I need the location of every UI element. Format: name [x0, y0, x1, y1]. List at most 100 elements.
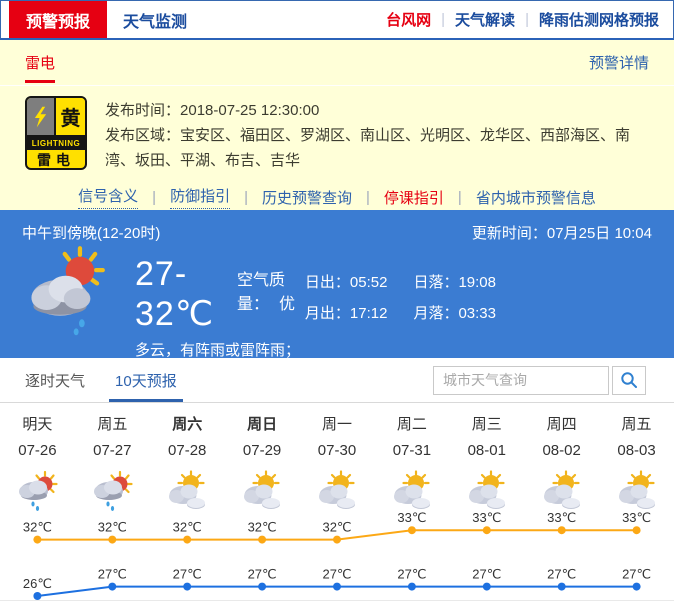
temp-label: 27℃ — [173, 567, 202, 582]
sunrise-info: 日出：05:52 — [305, 271, 388, 292]
forecast-day-8: 周五 — [599, 413, 674, 442]
temp-label: 32℃ — [322, 520, 351, 535]
air-quality: 空气质量：优 — [237, 266, 305, 314]
temp-label: 32℃ — [173, 520, 202, 535]
forecast-date-3: 07-29 — [225, 442, 300, 470]
air-quality-value: 优 — [279, 296, 295, 313]
city-search — [433, 366, 646, 395]
temp-point — [483, 526, 491, 534]
temp-label: 27℃ — [622, 567, 651, 582]
forecast-period-label: 中午到傍晚(12-20时) — [22, 222, 160, 243]
alert-type-label: 雷电 — [25, 55, 55, 72]
forecast-date-2: 07-28 — [150, 442, 225, 470]
nav-link-0[interactable]: 台风网 — [386, 9, 431, 30]
alert-link-0[interactable]: 信号含义 — [78, 185, 138, 209]
weather-widget: 预警预报 天气监测 台风网 | 天气解读 | 降雨估测网格预报 雷电 预警详情 黄 LI… — [0, 0, 674, 603]
temperature-chart: 32℃32℃32℃32℃32℃33℃33℃33℃33℃26℃27℃27℃27℃2… — [0, 510, 674, 603]
forecast-day-4: 周一 — [300, 413, 375, 442]
temp-label: 32℃ — [98, 520, 127, 535]
forecast-day-5: 周二 — [374, 413, 449, 442]
alert-links: 信号含义 | 防御指引 | 历史预警查询 | 停课指引 | 省内城市预警信息 — [0, 185, 674, 209]
alert-link-3[interactable]: 停课指引 — [384, 187, 444, 208]
forecast-day-0: 明天 — [0, 413, 75, 442]
forecast-tabbar: 逐时天气 10天预报 — [0, 358, 674, 403]
alert-link-separator: | — [152, 189, 156, 206]
forecast-date-7: 08-02 — [524, 442, 599, 470]
temp-label: 33℃ — [397, 510, 426, 525]
temp-label: 33℃ — [472, 510, 501, 525]
temp-label: 27℃ — [98, 567, 127, 582]
forecast-date-0: 07-26 — [0, 442, 75, 470]
temp-label: 27℃ — [322, 567, 351, 582]
alert-section: 雷电 预警详情 黄 LIGHTNING 雷电 发布时间：2018-07-25 1… — [0, 40, 674, 210]
publish-time-value: 2018-07-25 12:30:00 — [180, 102, 319, 119]
temp-point — [108, 536, 116, 544]
temp-point — [633, 583, 641, 591]
nav-link-2[interactable]: 降雨估测 — [539, 9, 599, 30]
alert-type-tab[interactable]: 雷电 — [25, 52, 55, 83]
current-weather-panel: 中午到傍晚(12-20时) 更新时间：07月25日 10:04 — [0, 210, 674, 358]
update-time-label: 更新时间：07月25日 10:04 — [472, 222, 652, 243]
forecast-date-6: 08-01 — [449, 442, 524, 470]
alert-type-underline — [25, 80, 55, 83]
forecast-day-6: 周三 — [449, 413, 524, 442]
lightning-icon — [27, 98, 56, 135]
sun-moon-times: 日出：05:52日落：19:08月出：17:12月落：03:33 — [305, 245, 496, 323]
forecast-day-row: 明天周五周六周日周一周二周三周四周五 — [0, 404, 674, 442]
forecast-date-row: 07-2607-2707-2807-2907-3007-3108-0108-02… — [0, 442, 674, 470]
forecast-day-3: 周日 — [225, 413, 300, 442]
temp-range: 27-32℃ — [135, 255, 219, 334]
forecast-date-5: 07-31 — [374, 442, 449, 470]
city-search-input[interactable] — [433, 366, 609, 395]
temp-label: 32℃ — [23, 520, 52, 535]
alert-link-4[interactable]: 省内城市预警信息 — [476, 187, 596, 208]
nav-bar: 预警预报 天气监测 台风网|天气解读|降雨估测网格预报 — [0, 0, 674, 40]
nav-right-links: 台风网|天气解读|降雨估测网格预报 — [386, 1, 673, 38]
temp-point — [183, 536, 191, 544]
temp-label: 27℃ — [397, 567, 426, 582]
alert-detail-link[interactable]: 预警详情 — [589, 52, 649, 73]
current-header: 中午到傍晚(12-20时) 更新时间：07月25日 10:04 — [0, 210, 674, 243]
temp-point — [183, 583, 191, 591]
tab-weather-monitor[interactable]: 天气监测 — [123, 1, 187, 38]
search-button[interactable] — [612, 366, 646, 395]
section-bottom-divider — [0, 600, 674, 601]
temp-point — [108, 583, 116, 591]
nav-link-1[interactable]: 天气解读 — [455, 9, 515, 30]
nav-separator: | — [525, 11, 529, 28]
forecast-date-1: 07-27 — [75, 442, 150, 470]
forecast-day-1: 周五 — [75, 413, 150, 442]
tab-ten-day-forecast[interactable]: 10天预报 — [115, 358, 177, 402]
tab-hourly-weather[interactable]: 逐时天气 — [25, 358, 85, 402]
current-weather-icon — [22, 245, 117, 337]
temp-point — [258, 536, 266, 544]
moonset-info: 月落：03:33 — [413, 302, 496, 323]
sunset-info: 日落：19:08 — [413, 271, 496, 292]
forecast-date-4: 07-30 — [300, 442, 375, 470]
publish-area-value: 宝安区、福田区、罗湖区、南山区、光明区、龙华区、西部海区、南湾、坂田、平湖、布吉… — [105, 127, 630, 169]
publish-time-line: 发布时间：2018-07-25 12:30:00 — [105, 98, 649, 123]
temp-point — [333, 536, 341, 544]
forecast-day-7: 周四 — [524, 413, 599, 442]
search-icon — [620, 371, 638, 389]
temp-point — [558, 526, 566, 534]
alert-link-1[interactable]: 防御指引 — [170, 185, 230, 209]
alert-info: 发布时间：2018-07-25 12:30:00 发布区域：宝安区、福田区、罗湖… — [105, 96, 649, 173]
badge-en-label: LIGHTNING — [27, 137, 85, 150]
tab-warning-forecast[interactable]: 预警预报 — [9, 1, 107, 38]
temp-point — [408, 583, 416, 591]
temp-point — [33, 536, 41, 544]
ten-day-forecast: 明天周五周六周日周一周二周三周四周五 07-2607-2707-2807-290… — [0, 404, 674, 603]
alert-link-separator: | — [366, 189, 370, 206]
alert-link-2[interactable]: 历史预警查询 — [262, 187, 352, 208]
alert-link-separator: | — [244, 189, 248, 206]
alert-link-separator: | — [458, 189, 462, 206]
lightning-warning-badge: 黄 LIGHTNING 雷电 — [25, 96, 87, 170]
forecast-date-8: 08-03 — [599, 442, 674, 470]
temp-point — [333, 583, 341, 591]
temp-label: 33℃ — [547, 510, 576, 525]
temp-label: 27℃ — [248, 567, 277, 582]
nav-link-3[interactable]: 网格预报 — [599, 9, 659, 30]
temp-label: 27℃ — [547, 567, 576, 582]
temp-point — [633, 526, 641, 534]
